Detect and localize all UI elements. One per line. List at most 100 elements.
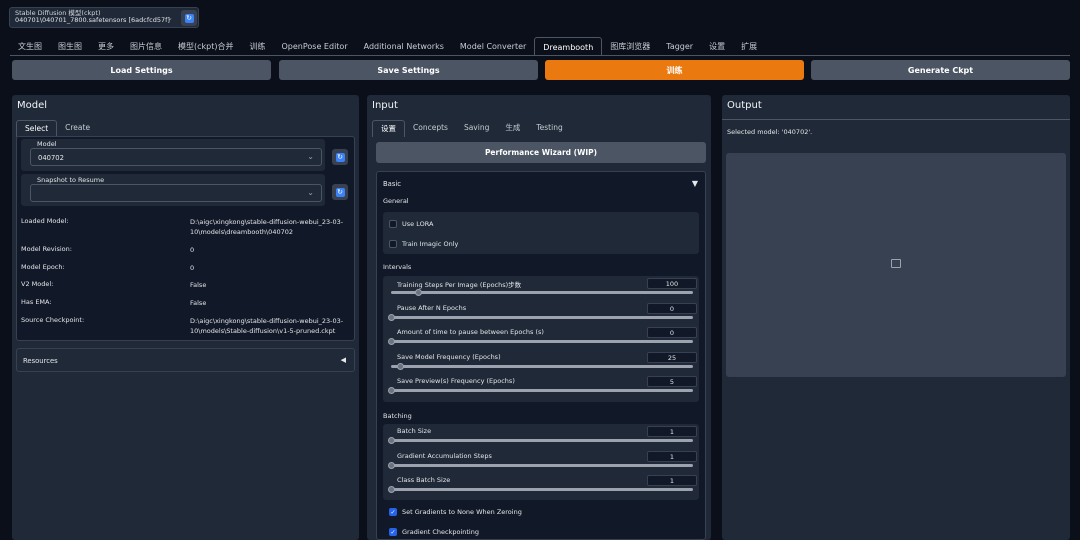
use-lora-label: Use LORA: [402, 220, 434, 228]
info-value: D:\aigc\xingkong\stable-diffusion-webui_…: [190, 317, 344, 335]
refresh-model-button[interactable]: ↻: [332, 149, 348, 165]
chevron-down-icon: ⌄: [307, 188, 314, 197]
input-panel: Input 设置 Concepts Saving 生成 Testing Perf…: [367, 95, 711, 540]
performance-wizard-button[interactable]: Performance Wizard (WIP): [376, 142, 706, 163]
generate-ckpt-button[interactable]: Generate Ckpt: [811, 60, 1070, 80]
slider-number-input[interactable]: 1: [647, 450, 697, 462]
general-heading: General: [383, 197, 409, 205]
slider-track[interactable]: [391, 488, 693, 491]
load-settings-button[interactable]: Load Settings: [12, 60, 271, 80]
refresh-icon: ↻: [335, 152, 345, 162]
tab-main-12[interactable]: 设置: [701, 37, 733, 56]
batching-heading: Batching: [383, 412, 412, 420]
slider-track[interactable]: [391, 315, 693, 319]
tab-main-5[interactable]: 训练: [242, 37, 274, 56]
tab-saving[interactable]: Saving: [456, 120, 497, 137]
tab-testing[interactable]: Testing: [528, 120, 570, 137]
tab-main-4[interactable]: 模型(ckpt)合并: [170, 37, 242, 56]
input-subtabs: 设置 Concepts Saving 生成 Testing: [372, 120, 571, 137]
model-dropdown[interactable]: 040702 ⌄: [30, 148, 322, 166]
save-settings-button[interactable]: Save Settings: [279, 60, 538, 80]
slider-number-input[interactable]: 100: [647, 278, 697, 289]
train-imagic-label: Train Imagic Only: [402, 240, 459, 248]
chevron-down-icon: ⌄: [167, 14, 173, 22]
slider-track[interactable]: [391, 463, 693, 467]
info-key: Has EMA:: [21, 298, 52, 306]
slider-track[interactable]: [391, 340, 693, 343]
slider-label: Pause After N Epochs: [397, 303, 467, 312]
slider-thumb[interactable]: [388, 486, 395, 493]
snapshot-dropdown[interactable]: ⌄: [30, 184, 322, 202]
tab-select[interactable]: Select: [16, 120, 58, 137]
model-value: 040702: [38, 154, 64, 162]
refresh-snapshot-button[interactable]: ↻: [332, 184, 348, 200]
grad-checkpointing-checkbox[interactable]: ✓: [389, 528, 397, 536]
slider-thumb[interactable]: [388, 387, 395, 394]
slider-thumb[interactable]: [388, 313, 395, 321]
slider-thumb[interactable]: [388, 437, 395, 444]
slider-thumb[interactable]: [388, 338, 395, 345]
slider-number-input[interactable]: 0: [647, 327, 697, 338]
tab-main-13[interactable]: 扩展: [733, 37, 765, 56]
set-gradients-checkbox[interactable]: ✓: [389, 508, 397, 516]
tab-settings[interactable]: 设置: [372, 120, 405, 137]
slider-label: Training Steps Per Image (Epochs)步数: [397, 281, 522, 289]
train-button[interactable]: 训练: [545, 60, 804, 80]
model-title: Model: [17, 100, 48, 111]
tab-main-8[interactable]: Model Converter: [452, 37, 534, 56]
info-key: Source Checkpoint:: [21, 316, 85, 324]
tab-main-3[interactable]: 图片信息: [122, 37, 170, 56]
slider-thumb[interactable]: [415, 289, 423, 296]
tab-generate[interactable]: 生成: [497, 120, 528, 137]
train-imagic-checkbox[interactable]: [389, 240, 397, 248]
info-value: False: [190, 299, 207, 307]
slider-label: Save Preview(s) Frequency (Epochs): [397, 377, 515, 385]
resources-label: Resources: [23, 357, 58, 365]
refresh-icon: ↻: [184, 13, 194, 23]
info-key: V2 Model:: [21, 280, 54, 288]
tab-main-6[interactable]: OpenPose Editor: [274, 37, 356, 56]
tab-main-10[interactable]: 图库浏览器: [602, 37, 658, 56]
info-value: D:\aigc\xingkong\stable-diffusion-webui_…: [190, 218, 344, 236]
selected-model-text: Selected model: '040702'.: [727, 128, 813, 136]
slider-number-input[interactable]: 1: [647, 426, 697, 437]
output-panel: Output Selected model: '040702'.: [722, 95, 1070, 540]
grad-checkpointing-label: Gradient Checkpointing: [402, 528, 479, 536]
use-lora-checkbox[interactable]: [389, 220, 397, 228]
slider-track[interactable]: [391, 291, 693, 294]
slider-number-input[interactable]: 25: [647, 351, 697, 363]
info-value: 0: [190, 246, 195, 254]
output-image-area: [726, 153, 1066, 377]
resources-accordion[interactable]: Resources ◀: [16, 348, 355, 372]
info-value: False: [190, 281, 207, 289]
tab-main-7[interactable]: Additional Networks: [356, 37, 452, 56]
basic-label: Basic: [383, 180, 401, 188]
tab-main-9[interactable]: Dreambooth: [534, 37, 603, 56]
slider-track[interactable]: [391, 389, 693, 392]
slider-number-input[interactable]: 5: [647, 376, 697, 387]
tab-create[interactable]: Create: [57, 120, 98, 137]
info-key: Model Epoch:: [21, 263, 65, 271]
slider-track[interactable]: [391, 364, 693, 368]
tab-concepts[interactable]: Concepts: [405, 120, 456, 137]
tab-main-2[interactable]: 更多: [90, 37, 122, 56]
model-group: Model 040702 ⌄: [21, 139, 325, 171]
slider-label: Save Model Frequency (Epochs): [397, 352, 501, 361]
info-key: Model Revision:: [21, 245, 72, 253]
tab-main-1[interactable]: 图生图: [50, 37, 90, 56]
slider-number-input[interactable]: 0: [647, 302, 697, 314]
slider-thumb[interactable]: [388, 461, 395, 469]
image-placeholder-icon: [891, 259, 901, 268]
refresh-checkpoint-button[interactable]: ↻: [181, 10, 197, 26]
model-subtabs: Select Create: [16, 120, 98, 137]
checkpoint-value: 040701\040701_7800.safetensors [6adcfcd5…: [15, 16, 170, 24]
tab-main-0[interactable]: 文生图: [10, 37, 50, 56]
expand-arrow-icon[interactable]: ▼: [692, 179, 698, 188]
checkpoint-dropdown[interactable]: Stable Diffusion 模型(ckpt) 040701\040701_…: [9, 7, 199, 28]
slider-thumb[interactable]: [397, 362, 405, 370]
tab-main-11[interactable]: Tagger: [658, 37, 701, 56]
output-divider: [722, 119, 1070, 120]
info-key: Loaded Model:: [21, 217, 69, 225]
slider-number-input[interactable]: 1: [647, 475, 697, 486]
slider-track[interactable]: [391, 439, 693, 442]
